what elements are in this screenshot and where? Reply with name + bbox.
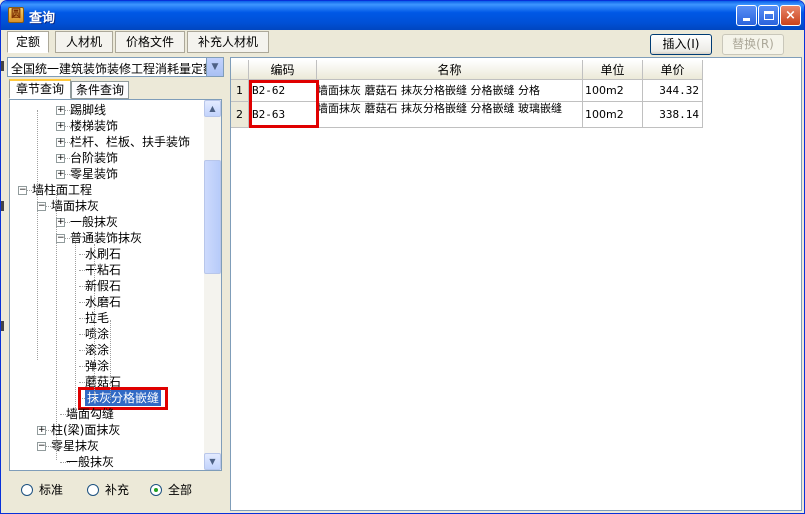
edge-mark	[1, 321, 4, 331]
radio-all[interactable]: 全部	[150, 483, 192, 497]
radio-standard-label: 标准	[39, 483, 64, 497]
cell-price[interactable]: 338.14	[643, 102, 703, 128]
collapse-icon[interactable]: −	[37, 442, 46, 451]
tree-node-label: 栏杆、栏板、扶手装饰	[70, 135, 191, 149]
maximize-button[interactable]	[758, 5, 779, 26]
app-icon: 圆	[8, 7, 24, 23]
tree-node-label: 喷涂	[85, 327, 110, 341]
row-number: 2	[231, 102, 249, 128]
tab-supplement-lmm[interactable]: 补充人材机	[187, 31, 269, 53]
grid-header-name[interactable]: 名称	[317, 60, 583, 80]
tab-condition-query[interactable]: 条件查询	[71, 81, 129, 99]
quota-library-select[interactable]: 全国统一建筑装饰装修工程消耗量定额 ▼	[7, 57, 224, 77]
expand-icon[interactable]: +	[56, 218, 65, 227]
tree-connector	[94, 244, 95, 400]
tree-node-label: 墙面勾缝	[66, 407, 115, 421]
minimize-button[interactable]	[736, 5, 757, 26]
query-window: 圆 查询 × 定额 人材机 价格文件 补充人材机 插入(I) 替换(R) 全国统…	[0, 0, 805, 514]
cell-unit[interactable]: 100m2	[583, 102, 643, 128]
collapse-icon[interactable]: −	[56, 234, 65, 243]
scroll-up-button[interactable]: ▲	[204, 100, 221, 117]
chevron-down-icon[interactable]: ▼	[206, 58, 223, 76]
tree-scrollbar[interactable]: ▲ ▼	[204, 100, 221, 470]
tree-node-label: 墙柱面工程	[32, 183, 93, 197]
chapter-tree[interactable]: + 踢脚线 + 楼梯装饰 + 栏杆、栏板、扶手装饰 + 台阶装饰 + 零星装饰 − 墙柱面工程 − 墙面抹…	[9, 99, 222, 471]
expand-icon[interactable]: +	[56, 154, 65, 163]
toolbar: 定额 人材机 价格文件 补充人材机 插入(I) 替换(R)	[5, 31, 802, 55]
radio-all-dot[interactable]	[150, 484, 162, 496]
close-icon: ×	[785, 8, 796, 23]
radio-standard[interactable]: 标准	[21, 483, 63, 497]
radio-supplement-label: 补充	[105, 483, 130, 497]
tree-node-label: 滚涂	[85, 343, 110, 357]
tab-chapter-query[interactable]: 章节查询	[9, 79, 71, 99]
quota-library-value: 全国统一建筑装饰装修工程消耗量定额	[11, 62, 207, 76]
collapse-icon[interactable]: −	[37, 202, 46, 211]
tab-price-file[interactable]: 价格文件	[115, 31, 185, 53]
expand-icon[interactable]: +	[56, 170, 65, 179]
tab-labor-material-machine[interactable]: 人材机	[55, 31, 113, 53]
expand-icon[interactable]: +	[56, 122, 65, 131]
expand-icon[interactable]: +	[56, 106, 65, 115]
edge-mark	[1, 201, 4, 211]
expand-icon[interactable]: +	[37, 426, 46, 435]
edge-mark	[1, 61, 4, 71]
chevron-down-icon: ▼	[209, 457, 216, 466]
left-panel: 全国统一建筑装饰装修工程消耗量定额 ▼ 章节查询 条件查询 + 踢脚线 + 楼梯装饰 +…	[7, 57, 226, 511]
radio-supplement[interactable]: 补充	[87, 483, 129, 497]
grid-header-unit[interactable]: 单位	[583, 60, 643, 80]
collapse-icon[interactable]: −	[18, 186, 27, 195]
tree-node-label: 水磨石	[85, 295, 122, 309]
tree-node-label: 墙面抹灰	[51, 199, 100, 213]
chevron-up-icon: ▲	[209, 104, 216, 113]
tree-node-label: 踢脚线	[70, 103, 107, 117]
expand-icon[interactable]: +	[56, 138, 65, 147]
tree-connector	[56, 190, 57, 460]
cell-price[interactable]: 344.32	[643, 80, 703, 102]
scroll-thumb[interactable]	[204, 160, 221, 274]
cell-name[interactable]: 墙面抹灰 蘑菇石 抹灰分格嵌缝 分格嵌缝 玻璃嵌缝	[317, 102, 583, 128]
insert-button[interactable]: 插入(I)	[650, 34, 712, 55]
tab-quota[interactable]: 定额	[7, 31, 49, 53]
tree-node-label: 一般抹灰	[70, 215, 119, 229]
tree-node-label: 普通装饰抹灰	[70, 231, 143, 245]
tree-node-label: 楼梯装饰	[70, 119, 119, 133]
quota-grid[interactable]: 编码 名称 单位 单价 1 B2-62 墙面抹灰 蘑菇石 抹灰分格嵌缝 分格嵌缝…	[230, 57, 802, 511]
minimize-icon	[743, 18, 750, 21]
tree-node-label: 一般抹灰	[66, 455, 115, 469]
tree-connector	[37, 110, 38, 360]
grid-header-price[interactable]: 单价	[643, 60, 703, 80]
filter-radio-group: 标准 补充 全部	[9, 475, 222, 507]
tree-node-label: 干粘石	[85, 263, 122, 277]
tree-connector	[110, 320, 111, 400]
radio-standard-dot[interactable]	[21, 484, 33, 496]
radio-supplement-dot[interactable]	[87, 484, 99, 496]
cell-unit[interactable]: 100m2	[583, 80, 643, 102]
tree-node-label: 台阶装饰	[70, 151, 119, 165]
grid-header-code[interactable]: 编码	[249, 60, 317, 80]
cell-name[interactable]: 墙面抹灰 蘑菇石 抹灰分格嵌缝 分格嵌缝 分格	[317, 80, 583, 102]
tree-node-label: 弹涂	[85, 359, 110, 373]
close-button[interactable]: ×	[780, 5, 801, 26]
maximize-icon	[763, 11, 774, 20]
tree-connector	[75, 240, 76, 410]
tree-node-label: 新假石	[85, 279, 122, 293]
radio-all-label: 全部	[168, 483, 193, 497]
grid-header-rownum	[231, 60, 249, 80]
tree-node-label: 零星装饰	[70, 167, 119, 181]
replace-button[interactable]: 替换(R)	[722, 34, 784, 55]
highlight-box	[249, 80, 319, 128]
row-number: 1	[231, 80, 249, 102]
titlebar[interactable]: 圆 查询 ×	[1, 1, 804, 30]
scroll-down-button[interactable]: ▼	[204, 453, 221, 470]
tree-node-label: 柱(梁)面抹灰	[51, 423, 121, 437]
tree-node-label: 零星抹灰	[51, 439, 100, 453]
tree-node-label: 拉毛	[85, 311, 110, 325]
window-title: 查询	[29, 11, 56, 26]
tree-node-label: 水刷石	[85, 247, 122, 261]
